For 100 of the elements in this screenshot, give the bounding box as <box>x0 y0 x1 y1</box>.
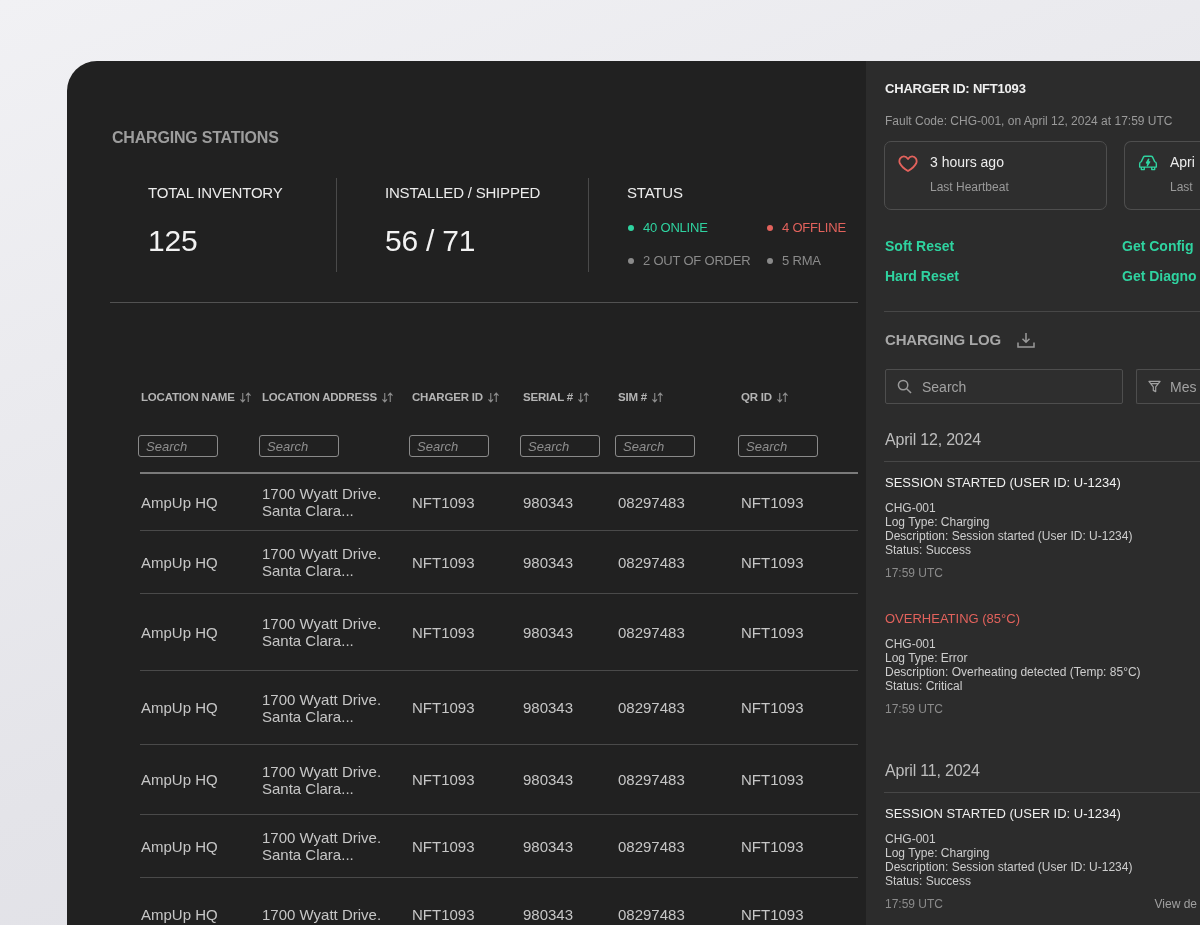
status-text: 4 OFFLINE <box>782 219 846 237</box>
log-detail-line: CHG-001 <box>885 637 936 651</box>
charger-id-cell: NFT1093 <box>411 837 475 855</box>
log-detail-line: CHG-001 <box>885 501 936 515</box>
column-header[interactable]: QR ID <box>740 388 789 406</box>
sim-number-cell: 08297483 <box>617 699 685 716</box>
card-label: Last Heartbeat <box>930 179 1009 195</box>
qr-id-cell: NFT1093 <box>740 699 804 716</box>
location-name-cell: AmpUp HQ <box>140 553 218 571</box>
search-field[interactable]: Search <box>885 369 1123 404</box>
log-detail-line: Status: Critical <box>885 679 963 693</box>
action-link[interactable]: Get Config <box>1122 237 1194 255</box>
action-link[interactable]: Get Diagno <box>1122 267 1197 285</box>
stat-value: 125 <box>148 224 198 258</box>
location-address-cell-text: 1700 Wyatt Drive. Santa Clara... <box>261 690 383 725</box>
sort-icon <box>775 391 789 403</box>
charger-id-cell: NFT1093 <box>411 699 475 716</box>
column-search-field[interactable]: Search <box>259 435 339 457</box>
log-date: April 11, 2024 <box>885 761 980 781</box>
location-name-cell: AmpUp HQ <box>140 771 218 788</box>
qr-id-cell: NFT1093 <box>740 553 804 571</box>
log-date: April 12, 2024 <box>885 430 981 450</box>
location-name-cell: AmpUp HQ <box>140 837 218 855</box>
qr-id-cell: NFT1093 <box>740 493 804 511</box>
heart-icon <box>898 154 918 173</box>
sim-number-cell: 08297483 <box>617 906 685 923</box>
location-address-cell-text: 1700 Wyatt Drive. Santa Clara... <box>261 829 383 863</box>
sim-number-cell: 08297483 <box>617 837 685 855</box>
card-value: Apri <box>1170 153 1195 171</box>
serial-number-cell: 980343 <box>522 493 574 511</box>
view-details-link[interactable]: View de <box>1154 897 1197 911</box>
log-entry-title: SESSION STARTED (USER ID: U-1234) <box>885 474 1121 492</box>
sim-number-cell: 08297483 <box>617 623 685 641</box>
sim-number-cell: 08297483 <box>617 493 685 511</box>
log-detail-line: Status: Success <box>885 543 972 557</box>
location-address-cell-text: 1700 Wyatt Drive. Santa Clara... <box>261 762 383 797</box>
section-title: CHARGING STATIONS <box>112 129 279 147</box>
sim-number-cell: 08297483 <box>617 553 685 571</box>
location-name-cell: AmpUp HQ <box>140 623 218 641</box>
column-search-field[interactable]: Search <box>520 435 600 457</box>
log-title: CHARGING LOG <box>885 330 1001 350</box>
log-detail-line: Description: Session started (User ID: U-1234) <box>885 529 1133 543</box>
column-header[interactable]: LOCATION NAME <box>140 388 252 406</box>
action-link[interactable]: Hard Reset <box>885 267 959 285</box>
sort-icon <box>651 391 665 403</box>
location-name-cell: AmpUp HQ <box>140 699 218 716</box>
serial-number-cell: 980343 <box>522 623 574 641</box>
location-address-cell-text: 1700 Wyatt Drive. Santa Clara... <box>261 485 383 519</box>
charger-title: CHARGER ID: NFT1093 <box>885 81 1026 97</box>
qr-id-cell: NFT1093 <box>740 771 804 788</box>
card-label: Last <box>1170 179 1193 195</box>
sim-number-cell: 08297483 <box>617 771 685 788</box>
serial-number-cell: 980343 <box>522 837 574 855</box>
log-detail-line: Description: Overheating detected (Temp: 85°C) <box>885 665 1141 679</box>
column-search-field[interactable]: Search <box>409 435 489 457</box>
status-text: 5 RMA <box>782 252 821 270</box>
stat-label: STATUS <box>627 184 683 202</box>
column-search-field[interactable]: Search <box>738 435 818 457</box>
search-icon <box>897 379 912 394</box>
sort-icon <box>486 391 500 403</box>
location-address-cell: 1700 Wyatt Drive. <box>261 906 382 923</box>
log-detail-line: Log Type: Error <box>885 651 968 665</box>
log-time: 17:59 UTC <box>885 897 944 911</box>
column-search-field[interactable]: Search <box>615 435 695 457</box>
action-link[interactable]: Soft Reset <box>885 237 955 255</box>
serial-number-cell: 980343 <box>522 771 574 788</box>
charger-id-cell: NFT1093 <box>411 771 475 788</box>
column-header[interactable]: LOCATION ADDRESS <box>261 388 394 406</box>
log-detail-line: Log Type: Charging <box>885 846 990 860</box>
column-search-field[interactable]: Search <box>138 435 218 457</box>
column-header[interactable]: SERIAL # <box>522 388 590 406</box>
car-icon <box>1138 154 1158 171</box>
status-text: 40 ONLINE <box>643 219 708 237</box>
filter-icon <box>1148 380 1161 393</box>
log-detail-line: CHG-001 <box>885 832 936 846</box>
charger-id-cell: NFT1093 <box>411 493 475 511</box>
column-header[interactable]: CHARGER ID <box>411 388 500 406</box>
log-detail-line: Description: Session started (User ID: U-1234) <box>885 860 1133 874</box>
log-detail-line: Log Type: Charging <box>885 515 990 529</box>
location-address-cell-text: 1700 Wyatt Drive. Santa Clara... <box>261 545 383 579</box>
fault-code-text: Fault Code: CHG-001, on April 12, 2024 at 17:59 UTC <box>885 113 1173 129</box>
serial-number-cell: 980343 <box>522 906 574 923</box>
download-icon[interactable] <box>1016 332 1035 348</box>
log-entry-title: OVERHEATING (85°C) <box>885 610 1020 628</box>
sort-icon <box>381 391 394 403</box>
serial-number-cell: 980343 <box>522 699 574 716</box>
stat-value: 56 / 71 <box>385 224 476 258</box>
log-entry-title: SESSION STARTED (USER ID: U-1234) <box>885 805 1121 823</box>
location-name-cell: AmpUp HQ <box>140 493 218 511</box>
log-time: 17:59 UTC <box>885 566 944 580</box>
stat-label: INSTALLED / SHIPPED <box>385 184 541 202</box>
charger-id-cell: NFT1093 <box>411 623 475 641</box>
log-time: 17:59 UTC <box>885 702 944 716</box>
charger-id-cell: NFT1093 <box>411 553 475 571</box>
sort-icon <box>576 391 590 403</box>
column-header[interactable]: SIM # <box>617 388 665 406</box>
filter-field[interactable]: Mes <box>1136 369 1200 404</box>
location-address-cell-text: 1700 Wyatt Drive. Santa Clara... <box>261 615 383 649</box>
status-text: 2 OUT OF ORDER <box>643 252 751 270</box>
log-detail-line: Status: Success <box>885 874 972 888</box>
